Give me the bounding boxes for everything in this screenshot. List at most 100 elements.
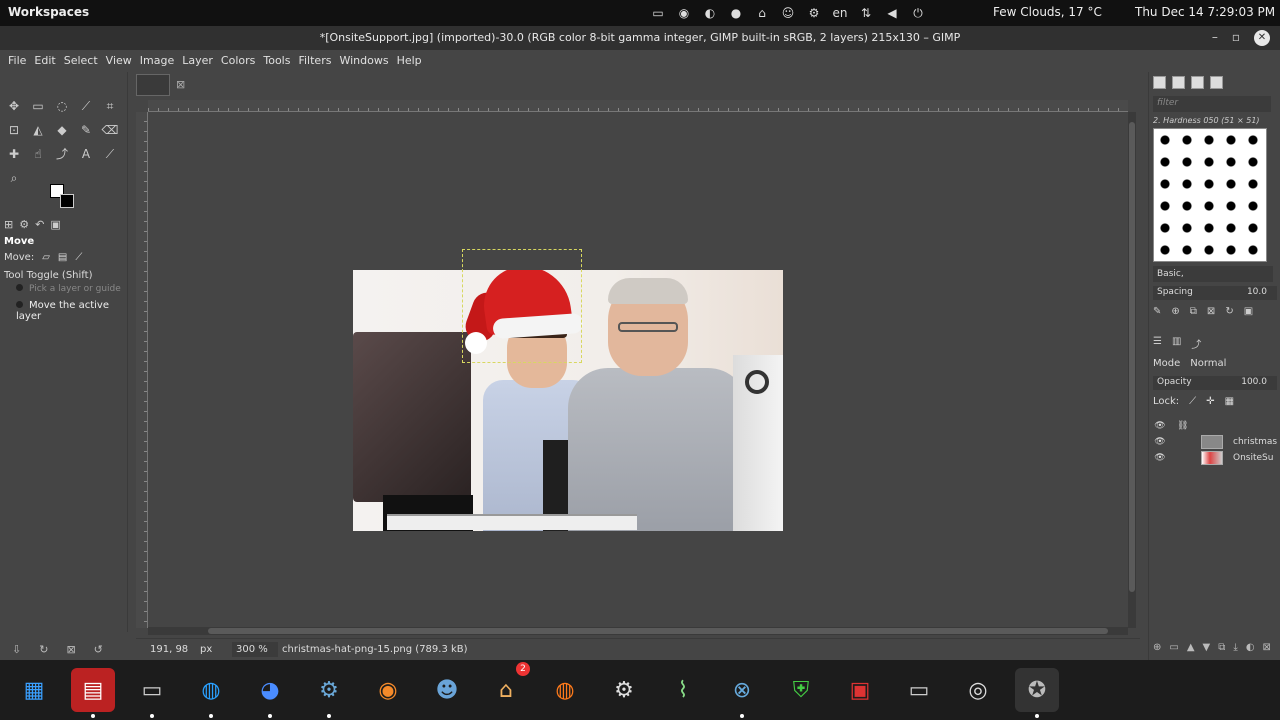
brush-tag-selector[interactable]: Basic, bbox=[1153, 266, 1273, 282]
menu-image[interactable]: Image bbox=[136, 50, 178, 72]
rect-select-tool-icon[interactable]: ▭ bbox=[28, 96, 48, 116]
volume-icon[interactable]: ◀ bbox=[884, 6, 900, 20]
menu-layer[interactable]: Layer bbox=[178, 50, 217, 72]
xbox-icon[interactable]: ⊗ bbox=[720, 668, 764, 718]
merge-layer-icon[interactable]: ⤓ bbox=[1233, 642, 1237, 653]
menu-file[interactable]: File bbox=[4, 50, 30, 72]
brush-as-image-icon[interactable]: ▣ bbox=[1244, 306, 1253, 317]
channels-tab-icon[interactable]: ▥ bbox=[1172, 336, 1181, 351]
vpn-icon[interactable]: ⛨ bbox=[779, 668, 823, 712]
fonts-tab-icon[interactable] bbox=[1191, 76, 1204, 89]
menu-help[interactable]: Help bbox=[393, 50, 426, 72]
brush-filter-input[interactable]: filter bbox=[1153, 96, 1271, 112]
window-switcher-icon[interactable]: ▭ bbox=[650, 6, 666, 20]
brush-grid[interactable] bbox=[1153, 128, 1267, 262]
file-manager-icon[interactable]: ▭ bbox=[130, 668, 174, 718]
weather-indicator[interactable]: Few Clouds, 17 °C bbox=[993, 5, 1102, 19]
layer-row[interactable]: 👁 christmas bbox=[1153, 434, 1280, 450]
network-icon[interactable]: ⇅ bbox=[858, 6, 874, 20]
firefox-icon[interactable]: ◍ bbox=[543, 668, 587, 712]
mask-layer-icon[interactable]: ◐ bbox=[1246, 642, 1255, 653]
move-tool-icon[interactable]: ✥ bbox=[4, 96, 24, 116]
color-picker-tool-icon[interactable]: ⟋ bbox=[100, 144, 120, 164]
globe-tray-icon[interactable]: ● bbox=[728, 6, 744, 20]
menu-view[interactable]: View bbox=[102, 50, 136, 72]
godot-icon[interactable]: ☻ bbox=[425, 668, 469, 712]
raise-layer-icon[interactable]: ▲ bbox=[1187, 642, 1195, 653]
menu-colors[interactable]: Colors bbox=[217, 50, 259, 72]
move-layer-mode-icon[interactable]: ▱ bbox=[42, 252, 50, 263]
delete-brush-icon[interactable]: ⊠ bbox=[1207, 306, 1215, 317]
undo-history-tab-icon[interactable]: ↶ bbox=[35, 218, 44, 231]
fuzzy-select-tool-icon[interactable]: ⟋ bbox=[76, 96, 96, 116]
fg-bg-colors[interactable] bbox=[50, 184, 76, 210]
steam-tray-icon[interactable]: ◐ bbox=[702, 6, 718, 20]
close-image-tab-icon[interactable]: ⊠ bbox=[176, 78, 185, 91]
messenger-icon[interactable]: ◕ bbox=[248, 668, 292, 718]
move-path-mode-icon[interactable]: ⟋ bbox=[75, 252, 82, 263]
image-tab-thumbnail[interactable] bbox=[136, 74, 170, 96]
edit-brush-icon[interactable]: ✎ bbox=[1153, 306, 1161, 317]
settings-tray-icon[interactable]: ⚙ bbox=[806, 6, 822, 20]
dashboard-icon[interactable]: ▣ bbox=[838, 668, 882, 712]
steam-icon[interactable]: ⚙ bbox=[307, 668, 351, 718]
layer-visibility-icon[interactable]: 👁 bbox=[1153, 437, 1167, 447]
refresh-brushes-icon[interactable]: ↻ bbox=[1225, 306, 1233, 317]
files-icon[interactable]: ▭ bbox=[897, 668, 941, 712]
menu-tools[interactable]: Tools bbox=[259, 50, 294, 72]
app-icon[interactable]: ▤ bbox=[71, 668, 115, 718]
duplicate-layer-icon[interactable]: ⧉ bbox=[1218, 642, 1225, 653]
delete-layer-icon[interactable]: ⊠ bbox=[1263, 642, 1271, 653]
clock[interactable]: Thu Dec 14 7:29:03 PM bbox=[1135, 5, 1275, 19]
blender-icon[interactable]: ◉ bbox=[366, 668, 410, 712]
tool-options-tab-icon[interactable]: ⊞ bbox=[4, 218, 13, 231]
new-brush-icon[interactable]: ⊕ bbox=[1171, 306, 1179, 317]
layer-opacity-slider[interactable]: Opacity 100.0 bbox=[1153, 376, 1277, 390]
zoom-tool-icon[interactable]: ⌕ bbox=[4, 168, 24, 188]
save-tool-preset-icon[interactable]: ⇩ bbox=[12, 643, 21, 656]
obs-icon[interactable]: ◎ bbox=[956, 668, 1000, 712]
menu-windows[interactable]: Windows bbox=[335, 50, 392, 72]
heal-tool-icon[interactable]: ✚ bbox=[4, 144, 24, 164]
language-indicator[interactable]: en bbox=[832, 6, 848, 20]
browser-icon[interactable]: ◍ bbox=[189, 668, 233, 718]
vertical-scroll-thumb[interactable] bbox=[1129, 122, 1135, 592]
delete-tool-preset-icon[interactable]: ⊠ bbox=[66, 643, 75, 656]
power-icon[interactable]: ⏻ bbox=[910, 6, 926, 21]
pick-layer-radio[interactable]: Pick a layer or guide bbox=[16, 284, 121, 294]
brushes-tab-icon[interactable] bbox=[1153, 76, 1166, 89]
layers-tab-icon[interactable]: ☰ bbox=[1153, 336, 1162, 351]
menu-edit[interactable]: Edit bbox=[30, 50, 59, 72]
move-active-layer-radio[interactable]: Move the active layer bbox=[16, 300, 127, 322]
menu-filters[interactable]: Filters bbox=[294, 50, 335, 72]
move-selection-mode-icon[interactable]: ▤ bbox=[58, 252, 67, 263]
lock-pixels-icon[interactable]: ⟋ bbox=[1189, 396, 1196, 407]
lock-tray-icon[interactable]: ⌂ bbox=[754, 6, 770, 20]
gimp-icon[interactable]: ✪ bbox=[1015, 668, 1059, 718]
menu-select[interactable]: Select bbox=[60, 50, 102, 72]
patterns-tab-icon[interactable] bbox=[1172, 76, 1185, 89]
vertical-scrollbar[interactable] bbox=[1128, 112, 1136, 628]
discord-tray-icon[interactable]: ☺ bbox=[780, 6, 796, 20]
lock-alpha-icon[interactable]: ▦ bbox=[1225, 396, 1234, 407]
reset-tool-options-icon[interactable]: ↺ bbox=[94, 643, 103, 656]
maximize-icon[interactable]: ▫ bbox=[1232, 30, 1240, 46]
unit-selector[interactable]: px bbox=[200, 644, 232, 655]
paint-tool-icon[interactable]: ◆ bbox=[52, 120, 72, 140]
layer-row[interactable]: 👁 OnsiteSu bbox=[1153, 450, 1280, 466]
workspaces-button[interactable]: Workspaces bbox=[8, 5, 89, 19]
horizontal-scrollbar[interactable] bbox=[148, 627, 1128, 635]
brush-spacing-slider[interactable]: Spacing 10.0 bbox=[1153, 286, 1277, 300]
layer-boundary-selection[interactable] bbox=[462, 249, 582, 363]
unified-transform-tool-icon[interactable]: ⊡ bbox=[4, 120, 24, 140]
duplicate-brush-icon[interactable]: ⧉ bbox=[1190, 306, 1197, 317]
horizontal-scroll-thumb[interactable] bbox=[208, 628, 1108, 634]
lower-layer-icon[interactable]: ▼ bbox=[1203, 642, 1211, 653]
device-status-tab-icon[interactable]: ⚙ bbox=[19, 218, 29, 231]
vertical-ruler[interactable] bbox=[136, 112, 148, 628]
layer-mode-select[interactable]: Normal bbox=[1190, 358, 1226, 369]
pencil-tool-icon[interactable]: ✎ bbox=[76, 120, 96, 140]
restore-tool-preset-icon[interactable]: ↻ bbox=[39, 643, 48, 656]
system-monitor-icon[interactable]: ⌇ bbox=[661, 668, 705, 712]
document-history-tab-icon[interactable] bbox=[1210, 76, 1223, 89]
